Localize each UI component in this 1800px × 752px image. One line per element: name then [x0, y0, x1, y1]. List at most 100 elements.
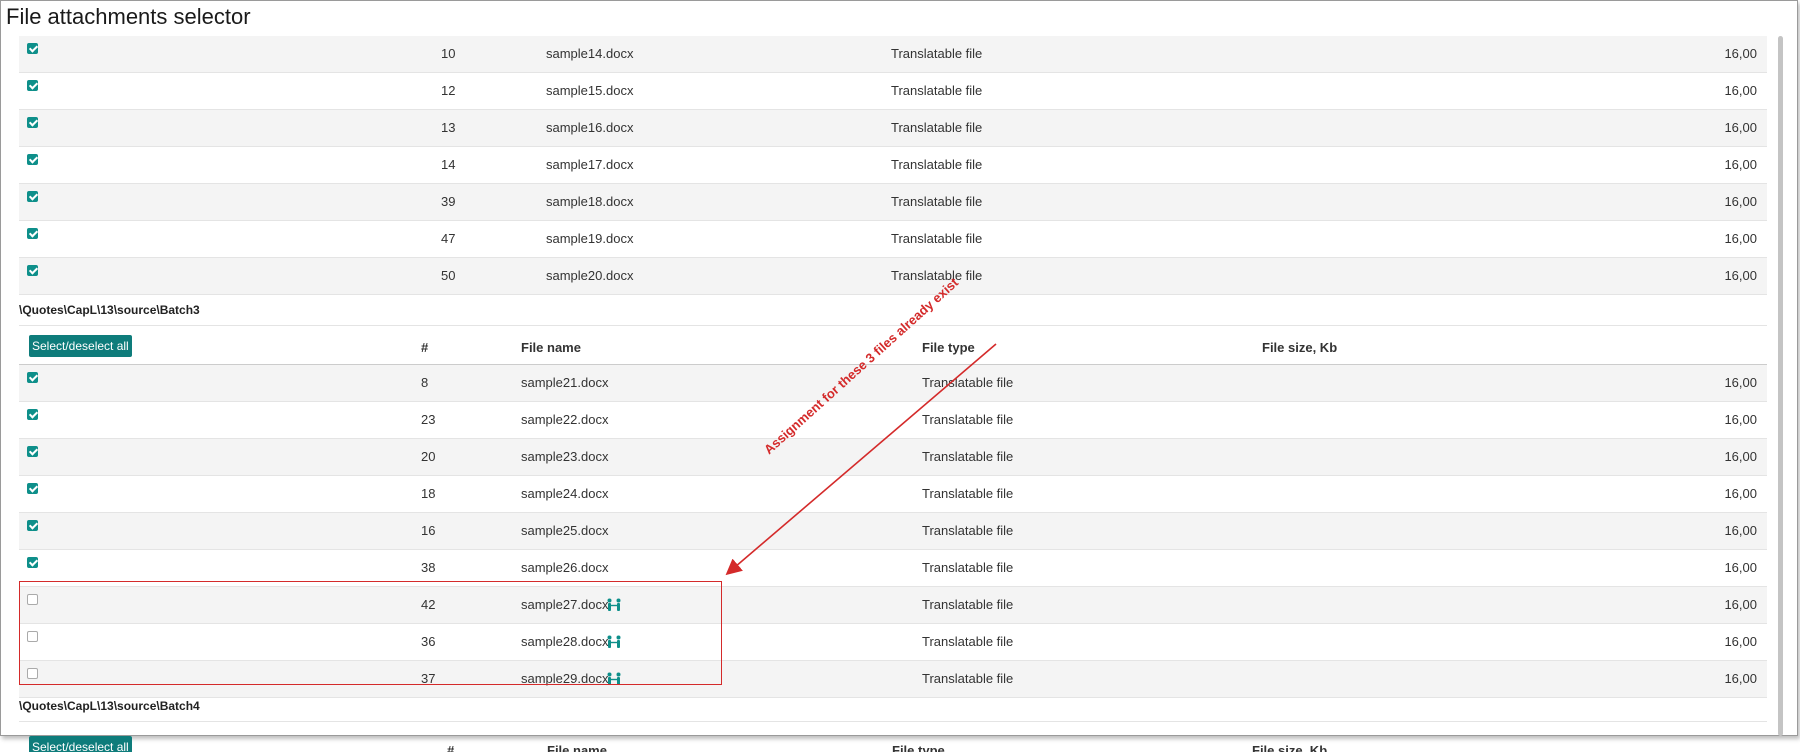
row-number: 10 — [441, 46, 456, 61]
row-file-size: 16,00 — [1724, 83, 1757, 98]
row-file-name: sample15.docx — [546, 83, 634, 98]
row-number: 36 — [421, 634, 436, 649]
checkbox-checked[interactable] — [27, 409, 38, 420]
row-file-size: 16,00 — [1724, 412, 1757, 427]
table-row[interactable]: 23 sample22.docx Translatable file 16,00 — [19, 402, 1767, 439]
table-row[interactable]: 12 sample15.docx Translatable file 16,00 — [19, 73, 1767, 110]
checkbox-unchecked[interactable] — [27, 668, 38, 679]
row-number: 13 — [441, 120, 456, 135]
row-number: 18 — [421, 486, 436, 501]
row-file-name: sample27.docx — [521, 597, 609, 612]
checkbox-checked[interactable] — [27, 372, 38, 383]
row-file-name: sample28.docx — [521, 634, 609, 649]
row-number: 47 — [441, 231, 456, 246]
row-file-name: sample25.docx — [521, 523, 609, 538]
checkbox-checked[interactable] — [27, 446, 38, 457]
batch3-path: \Quotes\CapL\13\source\Batch3 — [19, 295, 1767, 326]
row-file-size: 16,00 — [1724, 375, 1757, 390]
row-file-name: sample24.docx — [521, 486, 609, 501]
row-number: 20 — [421, 449, 436, 464]
row-number: 12 — [441, 83, 456, 98]
checkbox-checked[interactable] — [27, 520, 38, 531]
checkbox-checked[interactable] — [27, 557, 38, 568]
checkbox-checked[interactable] — [27, 43, 38, 54]
table-row[interactable]: 14 sample17.docx Translatable file 16,00 — [19, 147, 1767, 184]
column-header-number[interactable]: # — [421, 326, 428, 369]
table-row[interactable]: 20 sample23.docx Translatable file 16,00 — [19, 439, 1767, 476]
column-header-file-name[interactable]: File name — [521, 326, 581, 369]
file-list: 10 sample14.docx Translatable file 16,00 12 s… — [19, 36, 1767, 698]
checkbox-checked[interactable] — [27, 191, 38, 202]
row-file-name: sample16.docx — [546, 120, 634, 135]
batch4-group: \Quotes\CapL\13\source\Batch4 Select/des… — [19, 691, 1767, 752]
row-file-type: Translatable file — [922, 412, 1014, 427]
row-file-name: sample21.docx — [521, 375, 609, 390]
checkbox-unchecked[interactable] — [27, 594, 38, 605]
row-file-name: sample19.docx — [546, 231, 634, 246]
people-assignment-icon[interactable] — [606, 672, 622, 686]
row-file-size: 16,00 — [1724, 231, 1757, 246]
checkbox-checked[interactable] — [27, 228, 38, 239]
row-number: 50 — [441, 268, 456, 283]
checkbox-checked[interactable] — [27, 154, 38, 165]
row-file-type: Translatable file — [891, 231, 983, 246]
table-row[interactable]: 16 sample25.docx Translatable file 16,00 — [19, 513, 1767, 550]
table-row[interactable]: 50 sample20.docx Translatable file 16,00 — [19, 258, 1767, 295]
people-assignment-icon[interactable] — [606, 598, 622, 612]
row-file-size: 16,00 — [1724, 560, 1757, 575]
row-file-type: Translatable file — [922, 523, 1014, 538]
checkbox-checked[interactable] — [27, 117, 38, 128]
table-row[interactable]: 42 sample27.docx Translatable file 16,00 — [19, 587, 1767, 624]
checkbox-unchecked[interactable] — [27, 631, 38, 642]
row-file-name: sample20.docx — [546, 268, 634, 283]
select-deselect-all-button[interactable]: Select/deselect all — [29, 335, 132, 357]
column-header-file-name-batch4[interactable]: File name — [547, 743, 607, 752]
row-number: 8 — [421, 375, 429, 390]
table-row[interactable]: 18 sample24.docx Translatable file 16,00 — [19, 476, 1767, 513]
row-file-type: Translatable file — [922, 634, 1014, 649]
row-number: 38 — [421, 560, 436, 575]
row-file-name: sample26.docx — [521, 560, 609, 575]
row-file-type: Translatable file — [891, 194, 983, 209]
column-header-file-type[interactable]: File type — [922, 326, 975, 369]
row-file-type: Translatable file — [891, 120, 983, 135]
batch4-header: Select/deselect all # File name File typ… — [19, 722, 1767, 752]
table-row[interactable]: 47 sample19.docx Translatable file 16,00 — [19, 221, 1767, 258]
row-file-name: sample14.docx — [546, 46, 634, 61]
checkbox-checked[interactable] — [27, 483, 38, 494]
table-row[interactable]: 10 sample14.docx Translatable file 16,00 — [19, 36, 1767, 73]
table-row[interactable]: 38 sample26.docx Translatable file 16,00 — [19, 550, 1767, 587]
select-deselect-all-button-batch4[interactable]: Select/deselect all — [29, 736, 132, 752]
row-number: 23 — [421, 412, 436, 427]
checkbox-checked[interactable] — [27, 80, 38, 91]
row-file-size: 16,00 — [1724, 634, 1757, 649]
row-number: 16 — [421, 523, 436, 538]
row-file-size: 16,00 — [1724, 120, 1757, 135]
column-header-file-size-batch4[interactable]: File size, Kb — [1252, 743, 1327, 752]
dialog-window: File attachments selector 10 sample14.doc… — [0, 0, 1798, 752]
row-file-size: 16,00 — [1724, 486, 1757, 501]
batch2-table: 10 sample14.docx Translatable file 16,00 12 s… — [19, 36, 1767, 295]
vertical-scrollbar[interactable] — [1778, 36, 1783, 736]
row-file-type: Translatable file — [891, 157, 983, 172]
row-file-type: Translatable file — [922, 560, 1014, 575]
row-number: 39 — [441, 194, 456, 209]
row-file-size: 16,00 — [1724, 194, 1757, 209]
batch4-path: \Quotes\CapL\13\source\Batch4 — [19, 691, 1767, 722]
row-file-type: Translatable file — [922, 597, 1014, 612]
column-header-file-size[interactable]: File size, Kb — [1262, 326, 1337, 369]
row-file-size: 16,00 — [1724, 46, 1757, 61]
table-row[interactable]: 36 sample28.docx Translatable file 16,00 — [19, 624, 1767, 661]
row-file-type: Translatable file — [922, 449, 1014, 464]
table-row[interactable]: 13 sample16.docx Translatable file 16,00 — [19, 110, 1767, 147]
row-file-size: 16,00 — [1724, 157, 1757, 172]
column-header-file-type-batch4[interactable]: File type — [892, 743, 945, 752]
row-number: 42 — [421, 597, 436, 612]
checkbox-checked[interactable] — [27, 265, 38, 276]
column-header-number-batch4[interactable]: # — [447, 743, 454, 752]
table-row[interactable]: 8 sample21.docx Translatable file 16,00 — [19, 365, 1767, 402]
batch3-table: 8 sample21.docx Translatable file 16,00 23 sa… — [19, 365, 1767, 698]
table-row[interactable]: 39 sample18.docx Translatable file 16,00 — [19, 184, 1767, 221]
people-assignment-icon[interactable] — [606, 635, 622, 649]
row-file-type: Translatable file — [891, 46, 983, 61]
